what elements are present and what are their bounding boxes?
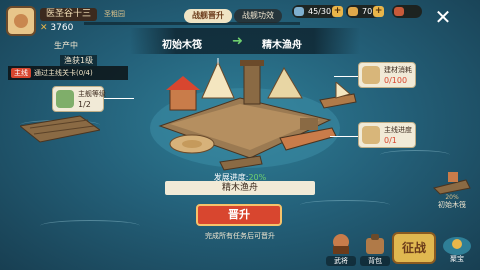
side-boat-icon[interactable] [318, 82, 358, 110]
close-button[interactable]: ✕ [432, 6, 454, 28]
scroll-icon [362, 126, 380, 144]
add-gold-button[interactable]: + [373, 6, 385, 17]
mainline-value: 0/1 [384, 136, 397, 145]
main-level-card[interactable]: 主舰等级 1/2 [52, 86, 106, 112]
power-icon: ✕ [40, 23, 51, 33]
water-wave [300, 200, 390, 210]
quest-text: 通过主线关卡(0/4) [34, 69, 93, 77]
bag-icon [366, 234, 384, 254]
resource-stamina-value: 45/30 [308, 7, 332, 16]
resource-gem [392, 5, 422, 18]
upgrade-button[interactable]: 晋升 [196, 204, 282, 226]
player-name: 医圣谷十三 [40, 8, 98, 21]
ship-thumbnail-icon [433, 172, 471, 195]
treasure-icon [443, 237, 471, 255]
general-icon [333, 234, 349, 254]
card-pointer [104, 98, 134, 99]
corner-ship-badge[interactable]: 20% 初始木筏 [432, 172, 472, 214]
gem-icon [394, 7, 404, 16]
current-tier: 初始木筏 [162, 40, 202, 51]
materials-title: 建材消耗 [384, 66, 412, 74]
card-pointer [334, 76, 358, 77]
wood-icon [362, 66, 380, 84]
tier-arrow-icon: ➜ [232, 34, 243, 49]
quest-tag: 主线 [11, 68, 31, 78]
generals-button[interactable]: 武将 [326, 232, 356, 266]
power-value: 3760 [50, 23, 74, 33]
ship-level-icon [56, 90, 74, 108]
card-pointer [330, 136, 358, 137]
main-level-title: 主舰等级 [78, 90, 106, 98]
water-wave [40, 220, 140, 232]
water-wave [380, 150, 450, 160]
ship-name: 精木渔舟 [165, 181, 315, 195]
player-power: ✕ 3760 [40, 23, 73, 33]
tab-ship-upgrade[interactable]: 战舰晋升 [184, 9, 232, 23]
quest-row[interactable]: 主线 通过主线关卡(0/4) [8, 66, 128, 80]
treasure-button[interactable]: 聚宝 [440, 232, 474, 264]
resource-stamina: 45/30 + [292, 5, 344, 18]
add-stamina-button[interactable]: + [332, 6, 344, 17]
battle-button[interactable]: 征战 [392, 232, 436, 264]
small-raft-icon[interactable] [20, 108, 100, 144]
bag-button[interactable]: 背包 [360, 232, 390, 266]
upgrade-hint: 完成所有任务后可晋升 [205, 232, 275, 240]
production-status: 生产中 [54, 41, 78, 50]
mainline-title: 主线进度 [384, 126, 412, 134]
tab-bar: 战舰晋升 战舰功效 [184, 9, 282, 25]
bag-label: 背包 [360, 256, 390, 266]
next-tier: 精木渔舟 [262, 40, 302, 51]
player-rank: 圣粗园 [104, 10, 125, 18]
resource-gold-value: 70 [362, 7, 373, 16]
corner-label: 初始木筏 [438, 201, 466, 209]
gold-icon [348, 7, 358, 16]
main-level-value: 1/2 [78, 100, 91, 109]
mainline-card[interactable]: 主线进度 0/1 [358, 122, 416, 148]
fishing-level: 渔获1级 [60, 55, 98, 66]
stamina-icon [294, 7, 304, 16]
treasure-label: 聚宝 [450, 255, 464, 263]
materials-value: 0/100 [384, 76, 408, 85]
floating-village-icon[interactable] [140, 58, 350, 176]
materials-card[interactable]: 建材消耗 0/100 [358, 62, 416, 88]
avatar[interactable] [6, 6, 36, 36]
avatar-face [14, 14, 28, 28]
generals-label: 武将 [326, 256, 356, 266]
tab-ship-effect[interactable]: 战舰功效 [234, 9, 282, 23]
resource-gold: 70 + [346, 5, 385, 18]
